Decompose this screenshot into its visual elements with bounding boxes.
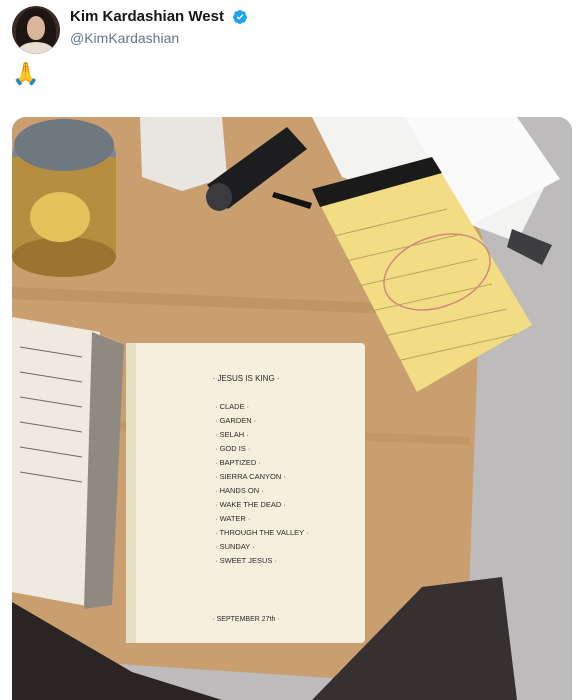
tracklist-item: · SUNDAY ·: [215, 542, 255, 551]
tweet-text: 🙏: [12, 61, 40, 86]
tracklist-item: · GARDEN ·: [215, 416, 256, 425]
photo-scene: · JESUS IS KING · · CLADE · · GARDEN · · S…: [12, 117, 572, 700]
speaker-box: [140, 117, 227, 191]
tracklist-item: · WAKE THE DEAD ·: [215, 500, 286, 509]
tracklist-item: · THROUGH THE VALLEY ·: [215, 528, 309, 537]
verified-badge-icon: [233, 9, 248, 24]
tracklist-item: · WATER ·: [215, 514, 250, 523]
avatar[interactable]: [12, 6, 60, 54]
tracklist-item: · CLADE ·: [215, 402, 249, 411]
tracklist-notebook: · JESUS IS KING · · CLADE · · GARDEN · · S…: [126, 343, 365, 643]
tracklist-item: · SWEET JESUS ·: [215, 556, 277, 565]
tracklist-item: · HANDS ON ·: [215, 486, 264, 495]
user-names: Kim Kardashian West @KimKardashian: [70, 8, 248, 46]
tweet-photo[interactable]: · JESUS IS KING · · CLADE · · GARDEN · · S…: [12, 117, 572, 700]
notebook-date: · SEPTEMBER 27th ·: [212, 616, 279, 623]
tracklist-item: · SIERRA CANYON ·: [215, 472, 286, 481]
tracklist-item: · BAPTIZED ·: [215, 458, 261, 467]
avatar-face: [27, 16, 45, 40]
tweet-header: Kim Kardashian West @KimKardashian: [12, 6, 572, 54]
user-handle[interactable]: @KimKardashian: [70, 30, 248, 46]
tracklist-item: · GOD IS ·: [215, 444, 250, 453]
tracklist-item: · SELAH ·: [215, 430, 249, 439]
lemon-jar: [12, 119, 116, 277]
display-name[interactable]: Kim Kardashian West: [70, 8, 224, 25]
notebook-title: · JESUS IS KING ·: [212, 374, 279, 383]
open-bible: [12, 317, 124, 609]
